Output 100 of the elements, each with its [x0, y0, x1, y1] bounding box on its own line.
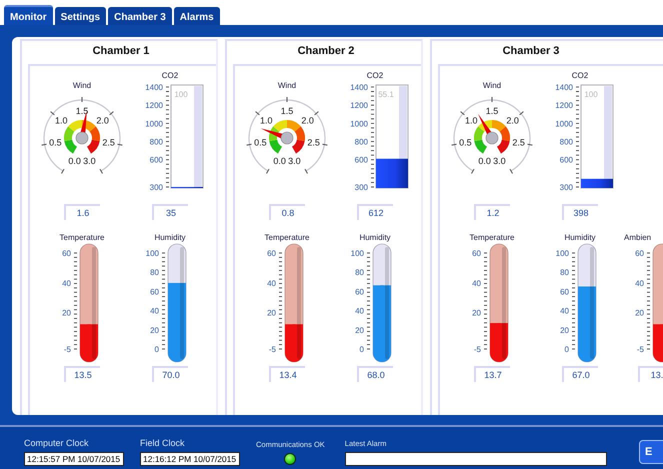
scale-label: 0 — [154, 345, 159, 354]
value-display: 1.2 — [474, 204, 510, 220]
gauge-label: CO2 — [162, 71, 178, 81]
scale-label: 40 — [472, 279, 481, 288]
scale-label: 1.5 — [280, 106, 294, 116]
setpoint-value: 100 — [584, 90, 598, 99]
scale-label: 800 — [354, 138, 368, 146]
value-display: 0.8 — [269, 204, 305, 220]
tab[interactable]: Settings — [54, 7, 106, 27]
gauge-label: Wind — [482, 81, 502, 91]
scale-label: 0.0 — [273, 156, 286, 166]
value-display: 1.6 — [64, 204, 100, 220]
gauge-label: Temperature — [60, 233, 104, 243]
value-display: 13.7 — [474, 366, 510, 382]
clock-field: 12:16:12 PM 10/07/2015 — [140, 452, 240, 466]
value-display: 68.0 — [357, 366, 393, 382]
scale-label: 20 — [267, 308, 276, 318]
scale-label: 100 — [556, 249, 569, 258]
scale-label: 1400 — [145, 83, 163, 92]
value-display: 13. — [638, 366, 663, 382]
scale-label: 1000 — [145, 119, 163, 128]
setpoint-value: 100 — [174, 90, 188, 99]
tab[interactable]: Alarms — [174, 7, 220, 27]
scale-label: 20 — [472, 308, 481, 318]
scale-label: 0.5 — [459, 138, 472, 148]
scale-label: 40 — [62, 279, 71, 288]
scale-label: 60 — [267, 249, 276, 258]
scale-label: 0.5 — [49, 138, 62, 148]
scale-label: 20 — [355, 326, 364, 335]
gauge-label: Temperature — [470, 233, 514, 243]
scale-label: 0.0 — [68, 156, 81, 166]
scale-label: 3.0 — [83, 156, 96, 166]
value-display: 13.5 — [64, 366, 100, 382]
gauge-label: Humidity — [359, 233, 391, 243]
scale-label: 60 — [62, 249, 71, 258]
scale-label: 20 — [150, 326, 159, 335]
scale-label: 100 — [146, 249, 159, 258]
scale-label: 600 — [560, 156, 573, 165]
value-display: 13.4 — [269, 366, 305, 382]
scale-label: 600 — [354, 156, 368, 165]
scale-label: 20 — [560, 326, 569, 335]
scale-label: 300 — [354, 183, 368, 192]
scale-label: 2.5 — [512, 138, 525, 148]
scale-label: 1200 — [145, 101, 163, 110]
scale-label: 2.5 — [307, 138, 320, 148]
gauge-label: Wind — [278, 81, 296, 91]
scale-label: 1.0 — [260, 116, 273, 126]
scale-label: 800 — [560, 138, 573, 146]
scale-label: 1400 — [350, 83, 368, 92]
scale-label: 2.0 — [96, 116, 109, 126]
gauge-label: Humidity — [154, 233, 186, 243]
exit-button[interactable]: E — [639, 440, 663, 464]
scale-label: 800 — [150, 138, 163, 146]
scale-label: 60 — [472, 249, 481, 258]
scale-label: 300 — [150, 183, 163, 192]
tab[interactable]: Chamber 3 — [108, 7, 172, 27]
scale-label: -5 — [474, 345, 481, 354]
chamber-title: Chamber 3 — [502, 44, 560, 59]
scale-label: -5 — [64, 345, 71, 354]
scale-label: 1200 — [350, 101, 368, 110]
clock-field: 12:15:57 PM 10/07/2015 — [24, 452, 124, 466]
value-display: 35 — [152, 204, 188, 220]
scale-label: 80 — [560, 268, 569, 278]
value-display: 612 — [357, 204, 393, 220]
scale-label: 80 — [355, 268, 364, 278]
scale-label: 300 — [560, 183, 573, 192]
gauge-label: Temperature — [264, 233, 310, 243]
scale-label: 20 — [635, 308, 644, 318]
scale-label: 60 — [150, 287, 159, 296]
scale-label: 100 — [350, 249, 364, 258]
scale-label: 40 — [560, 306, 569, 316]
scale-label: 60 — [355, 287, 364, 296]
tab[interactable]: Monitor — [4, 5, 53, 27]
scale-label: 0.5 — [254, 138, 267, 148]
gauge-label: CO2 — [572, 71, 588, 81]
scale-label: 1.0 — [55, 116, 68, 126]
scale-label: 1000 — [555, 119, 573, 128]
scale-label: 2.5 — [102, 138, 115, 148]
clock-label: Computer Clock — [24, 438, 90, 448]
scale-label: 1.5 — [76, 106, 88, 116]
scale-label: -5 — [636, 345, 644, 354]
setpoint-value: 55.1 — [378, 90, 394, 99]
scale-label: 20 — [62, 308, 71, 318]
scale-label: 1000 — [350, 119, 368, 128]
scale-label: 40 — [150, 306, 159, 316]
chamber-title: Chamber 1 — [92, 44, 150, 59]
scale-label: 2.0 — [506, 116, 519, 126]
scale-label: 80 — [150, 268, 159, 278]
gauge-label: Wind — [72, 81, 92, 91]
chamber-title: Chamber 2 — [296, 44, 356, 59]
scale-label: 3.0 — [493, 156, 506, 166]
scale-label: 1.5 — [486, 106, 498, 116]
gauge-label: CO2 — [366, 71, 384, 81]
value-display: 67.0 — [562, 366, 598, 382]
scale-label: 1.0 — [465, 116, 478, 126]
scale-label: 0 — [564, 345, 569, 354]
clock-label: Field Clock — [140, 438, 186, 448]
scale-label: 0 — [360, 345, 364, 354]
value-display: 70.0 — [152, 366, 188, 382]
scale-label: 60 — [560, 287, 569, 296]
